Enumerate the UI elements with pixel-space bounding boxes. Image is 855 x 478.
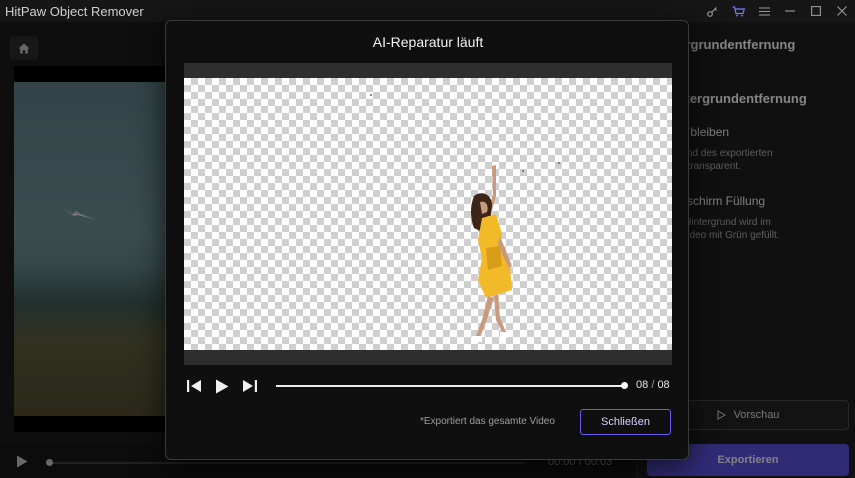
speck	[558, 162, 560, 164]
menu-icon[interactable]	[751, 0, 777, 22]
close-label: Schließen	[601, 416, 650, 428]
minimize-icon[interactable]	[777, 0, 803, 22]
speck	[370, 94, 372, 96]
preview-controls: 08 / 08	[184, 373, 672, 397]
maximize-icon[interactable]	[803, 0, 829, 22]
frame-current: 08	[636, 379, 649, 391]
frame-total: 08	[657, 379, 670, 391]
close-icon[interactable]	[829, 0, 855, 22]
app-title: HitPaw Object Remover	[5, 3, 144, 19]
progress-knob[interactable]	[621, 382, 628, 389]
close-dialog-button[interactable]: Schließen	[580, 409, 671, 435]
window-controls	[699, 0, 855, 22]
title-bar: HitPaw Object Remover	[0, 0, 855, 22]
next-frame-icon[interactable]	[242, 378, 258, 394]
progress-track[interactable]	[276, 385, 624, 387]
frame-counter: 08 / 08	[636, 379, 670, 391]
key-icon[interactable]	[699, 0, 725, 22]
dialog-title: AI-Reparatur läuft	[372, 34, 484, 50]
ai-repair-dialog: AI-Reparatur läuft 08 / 08 *Exportiert d…	[165, 20, 689, 460]
person-cutout-image	[471, 165, 512, 342]
play-icon[interactable]	[215, 378, 229, 394]
transparent-background	[184, 78, 672, 350]
cart-icon[interactable]	[725, 0, 751, 22]
result-preview	[184, 63, 672, 365]
app-window: HitPaw Object Remover 00:00 / 00:03 Hint…	[0, 0, 855, 478]
previous-frame-icon[interactable]	[186, 378, 202, 394]
export-footnote: *Exportiert das gesamte Video	[420, 416, 555, 427]
